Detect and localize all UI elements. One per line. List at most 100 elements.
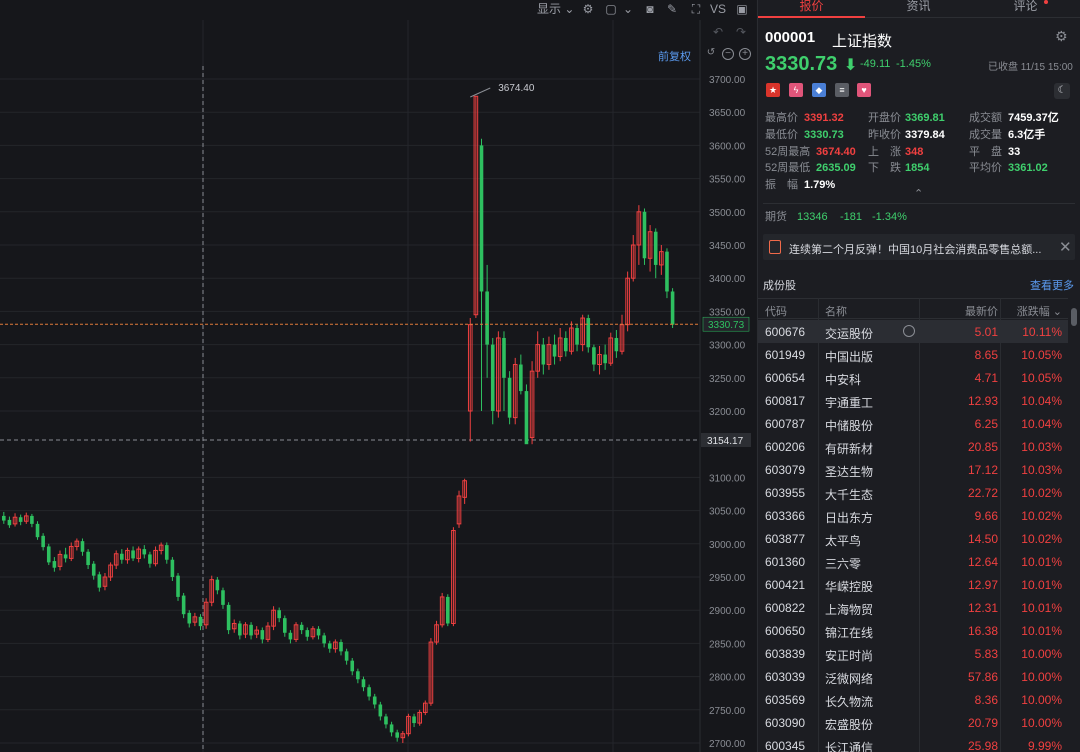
price-adjust-button[interactable]: 前复权 (658, 48, 691, 64)
reset-icon[interactable]: ↺ (705, 48, 717, 60)
row-change-pct: 10.00% (1021, 670, 1062, 684)
candle-body-down (120, 553, 124, 560)
table-row[interactable]: 601360 三六零 12.64 10.01% (758, 550, 1068, 573)
table-row[interactable]: 603877 太平鸟 14.50 10.02% (758, 527, 1068, 550)
rectangle-tool-icon[interactable]: ▢ (603, 1, 619, 17)
collapse-chevron-icon[interactable]: ⌃ (914, 188, 923, 201)
header-change-pct[interactable]: 涨跌幅 ⌄ (1017, 303, 1062, 319)
table-row[interactable]: 600345 长江通信 25.98 9.99% (758, 734, 1068, 752)
candle-body-down (221, 590, 225, 605)
list-icon[interactable]: ≡ (835, 83, 849, 97)
row-price: 57.86 (967, 670, 998, 684)
header-price[interactable]: 最新价 (965, 303, 998, 319)
row-change-pct: 10.02% (1021, 486, 1062, 500)
low-value: 3330.73 (804, 129, 844, 141)
display-menu-button[interactable]: 显示 ⌄ (537, 1, 574, 17)
candle-body-down (148, 554, 152, 564)
add-watchlist-icon[interactable] (903, 325, 915, 337)
scrollbar-thumb[interactable] (1071, 308, 1077, 326)
table-row[interactable]: 600787 中储股份 6.25 10.04% (758, 412, 1068, 435)
low52-label: 52周最低 (765, 162, 811, 174)
tab-news[interactable]: 资讯 (865, 0, 972, 18)
dark-mode-moon-icon[interactable]: ☾ (1054, 83, 1070, 99)
table-row[interactable]: 600822 上海物贸 12.31 10.01% (758, 596, 1068, 619)
table-row[interactable]: 603955 大千生态 22.72 10.02% (758, 481, 1068, 504)
camera-icon[interactable]: ◙ (642, 1, 658, 17)
heart-icon[interactable]: ♥ (857, 83, 871, 97)
row-change-pct: 10.01% (1021, 601, 1062, 615)
table-row[interactable]: 600650 锦江在线 16.38 10.01% (758, 619, 1068, 642)
panel-tabs: 报价 资讯 评论 (758, 0, 1080, 18)
candle-body-down (327, 643, 332, 649)
fullscreen-icon[interactable]: ⛶ (688, 1, 704, 17)
row-name: 有研新材 (825, 442, 874, 456)
table-row[interactable]: 603090 宏盛股份 20.79 10.00% (758, 711, 1068, 734)
candle-body-down (181, 595, 186, 615)
tab-comments[interactable]: 评论 (972, 0, 1079, 18)
table-row[interactable]: 600817 宇通重工 12.93 10.04% (758, 389, 1068, 412)
redo-icon[interactable]: ↷ (733, 24, 749, 40)
y-axis-tick-label: 3600.00 (709, 141, 746, 152)
undo-icon[interactable]: ↶ (710, 24, 726, 40)
row-code: 600206 (765, 440, 806, 454)
row-change-pct: 9.99% (1027, 739, 1062, 752)
candle-body-down (283, 618, 287, 633)
settings-gear-icon[interactable]: ⚙ (580, 1, 596, 17)
candle-body-down (80, 541, 85, 552)
table-scrollbar[interactable] (1071, 308, 1078, 752)
chevron-down-icon[interactable]: ⌄ (620, 1, 636, 17)
candle-body-down (412, 716, 416, 724)
china-flag-icon[interactable]: ★ (766, 83, 780, 97)
down-count-label: 下 跌 (868, 162, 901, 174)
news-banner[interactable]: 连续第二个月反弹！中国10月社会消费品零售总额... ✕ (763, 234, 1075, 260)
tag-icon[interactable]: ◆ (812, 83, 826, 97)
tab-quote[interactable]: 报价 (758, 0, 865, 18)
row-code: 603839 (765, 647, 806, 661)
table-row[interactable]: 603366 日出东方 9.66 10.02% (758, 504, 1068, 527)
header-name[interactable]: 名称 (825, 303, 847, 319)
close-icon[interactable]: ✕ (1059, 238, 1072, 256)
candle-body-down (41, 535, 45, 548)
candle-body-down (288, 632, 293, 640)
row-code: 600654 (765, 371, 806, 385)
y-axis-tick-label: 2800.00 (709, 673, 746, 684)
zoom-out-icon[interactable]: − (722, 48, 734, 60)
news-headline[interactable]: 连续第二个月反弹！中国10月社会消费品零售总额... (789, 241, 1041, 257)
row-change-pct: 10.02% (1021, 532, 1062, 546)
candle-body-down (198, 616, 203, 627)
candle-body-down (389, 724, 394, 733)
compare-vs-button[interactable]: VS (710, 1, 726, 17)
row-code: 603569 (765, 693, 806, 707)
table-row[interactable]: 603569 长久物流 8.36 10.00% (758, 688, 1068, 711)
row-change-pct: 10.01% (1021, 578, 1062, 592)
candlestick-chart[interactable]: 3700.00 3650.00 3600.00 3550.00 3500.00 3450.… (0, 0, 756, 752)
header-code[interactable]: 代码 (765, 303, 787, 319)
zoom-in-icon[interactable]: + (739, 48, 751, 60)
candle-body-down (665, 251, 669, 292)
turnover-label: 成交额 (969, 112, 1002, 124)
lightning-icon[interactable]: ϟ (789, 83, 803, 97)
candle-body-down (384, 716, 388, 725)
table-row[interactable]: 603839 安正时尚 5.83 10.00% (758, 642, 1068, 665)
view-more-link[interactable]: 查看更多 (1030, 277, 1074, 293)
pencil-icon[interactable]: ✎ (664, 1, 680, 17)
row-name: 太平鸟 (825, 534, 862, 548)
quote-settings-gear-icon[interactable]: ⚙ (1055, 28, 1071, 44)
kline-chart-panel[interactable]: 3700.00 3650.00 3600.00 3550.00 3500.00 3450.… (0, 0, 756, 752)
prev-close-label: 昨收价 (868, 129, 901, 141)
table-row[interactable]: 600654 中安科 4.71 10.05% (758, 366, 1068, 389)
table-row[interactable]: 600206 有研新材 20.85 10.03% (758, 435, 1068, 458)
table-row[interactable]: 603039 泛微网络 57.86 10.00% (758, 665, 1068, 688)
table-row[interactable]: 601949 中国出版 8.65 10.05% (758, 343, 1068, 366)
sidebar-toggle-icon[interactable]: ▣ (734, 1, 750, 17)
candle-body-down (507, 377, 512, 418)
candle-body-down (52, 561, 57, 568)
row-price: 5.01 (974, 325, 998, 339)
table-row[interactable]: 603079 圣达生物 17.12 10.03% (758, 458, 1068, 481)
table-row[interactable]: 600421 华嵘控股 12.97 10.01% (758, 573, 1068, 596)
candle-body-down (176, 575, 180, 597)
candle-body-down (7, 519, 12, 526)
table-row[interactable]: 600676 交运股份 5.01 10.11% (758, 320, 1068, 343)
high-label: 最高价 (765, 112, 798, 124)
row-code: 600817 (765, 394, 806, 408)
